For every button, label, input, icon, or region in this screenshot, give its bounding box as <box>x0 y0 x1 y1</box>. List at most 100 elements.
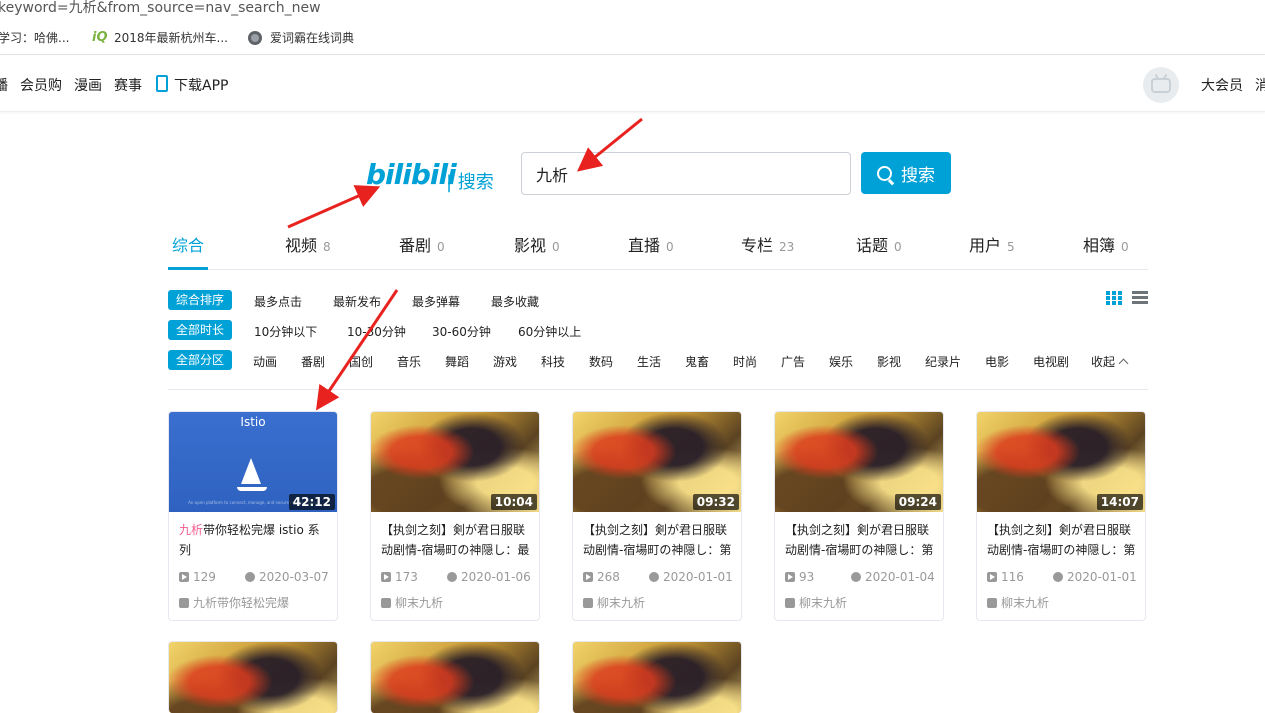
video-uploader[interactable]: 九析带你轻松完爆 <box>179 594 289 611</box>
video-thumbnail[interactable] <box>573 642 741 713</box>
grid-view-icon[interactable] <box>1106 291 1122 305</box>
uploader-icon <box>381 598 391 608</box>
address-bar[interactable]: keyword=九析&from_source=nav_search_new <box>0 0 1265 20</box>
tab-video[interactable]: 视频 8 <box>285 232 331 256</box>
video-card[interactable] <box>168 641 338 713</box>
duration-under-10[interactable]: 10分钟以下 <box>254 323 317 340</box>
video-title[interactable]: 【执剑之刻】剣が君日服联动剧情-宿場町の神隠し：第 <box>583 520 735 560</box>
bilibili-logo[interactable]: bilibili <box>366 158 457 191</box>
video-duration: 10:04 <box>490 494 537 510</box>
logo-search-label: | 搜索 <box>446 172 494 193</box>
tab-all[interactable]: 综合 <box>172 232 204 256</box>
duration-10-30[interactable]: 10-30分钟 <box>347 323 406 340</box>
tab-article[interactable]: 专栏 23 <box>741 232 794 256</box>
clock-icon <box>447 572 457 582</box>
zone-option[interactable]: 数码 <box>589 353 613 370</box>
uploader-icon <box>179 598 189 608</box>
nav-messages[interactable]: 消 <box>1255 75 1265 95</box>
zone-option[interactable]: 游戏 <box>493 353 517 370</box>
play-count-icon <box>381 572 391 582</box>
duration-over-60[interactable]: 60分钟以上 <box>518 323 581 340</box>
phone-icon <box>156 75 168 92</box>
video-thumbnail[interactable]: 10:04 <box>371 412 539 512</box>
tab-user[interactable]: 用户 5 <box>969 232 1015 256</box>
search-input[interactable] <box>521 152 851 195</box>
zone-option[interactable]: 番剧 <box>301 353 325 370</box>
bookmark-iciba[interactable]: 爱词霸在线词典 <box>248 29 354 46</box>
sort-most-favorites[interactable]: 最多收藏 <box>491 293 539 310</box>
bookmark-harvard[interactable]: 学习：哈佛... <box>0 29 69 46</box>
play-count-icon <box>785 572 795 582</box>
video-title[interactable]: 【执剑之刻】剣が君日服联动剧情-宿場町の神隠し：最 <box>381 520 533 560</box>
search-button[interactable]: 搜索 <box>861 152 951 194</box>
sort-default[interactable]: 综合排序 <box>168 290 233 310</box>
video-card[interactable]: 09:24 【执剑之刻】剣が君日服联动剧情-宿場町の神隠し：第 93 2020-0… <box>774 411 944 621</box>
video-uploader[interactable]: 柳末九析 <box>987 594 1049 611</box>
url-text: keyword=九析&from_source=nav_search_new <box>0 0 321 16</box>
zone-option[interactable]: 国创 <box>349 353 373 370</box>
tab-live[interactable]: 直播 0 <box>628 232 674 256</box>
zone-option[interactable]: 动画 <box>253 353 277 370</box>
sort-most-danmaku[interactable]: 最多弹幕 <box>412 293 460 310</box>
zone-option[interactable]: 影视 <box>877 353 901 370</box>
nav-live[interactable]: 播 <box>0 75 8 95</box>
uploader-icon <box>987 598 997 608</box>
video-title[interactable]: 【执剑之刻】剣が君日服联动剧情-宿場町の神隠し：第 <box>785 520 937 560</box>
play-count-icon <box>583 572 593 582</box>
video-card[interactable]: Istio An open platform to connect, manag… <box>168 411 338 621</box>
tab-film[interactable]: 影视 0 <box>514 232 560 256</box>
video-thumbnail[interactable]: Istio An open platform to connect, manag… <box>169 412 337 512</box>
sort-newest[interactable]: 最新发布 <box>333 293 381 310</box>
zone-option[interactable]: 广告 <box>781 353 805 370</box>
video-thumbnail[interactable]: 14:07 <box>977 412 1145 512</box>
nav-member-shop[interactable]: 会员购 <box>20 75 62 95</box>
avatar[interactable] <box>1143 67 1179 103</box>
video-thumbnail[interactable]: 09:32 <box>573 412 741 512</box>
zone-option[interactable]: 电视剧 <box>1033 353 1069 370</box>
video-meta: 129 2020-03-07 <box>179 570 337 584</box>
nav-events[interactable]: 赛事 <box>114 75 142 95</box>
zone-option[interactable]: 舞蹈 <box>445 353 469 370</box>
video-card[interactable] <box>370 641 540 713</box>
nav-download-app[interactable]: 下载APP <box>174 75 228 95</box>
video-uploader[interactable]: 柳末九析 <box>785 594 847 611</box>
nav-vip[interactable]: 大会员 <box>1201 75 1243 95</box>
zone-option[interactable]: 科技 <box>541 353 565 370</box>
video-card[interactable] <box>572 641 742 713</box>
zone-option[interactable]: 电影 <box>985 353 1009 370</box>
video-title[interactable]: 【执剑之刻】剣が君日服联动剧情-宿場町の神隠し：第 <box>987 520 1139 560</box>
zone-option[interactable]: 生活 <box>637 353 661 370</box>
video-duration: 42:12 <box>288 494 335 510</box>
uploader-icon <box>785 598 795 608</box>
video-thumbnail[interactable] <box>169 642 337 713</box>
duration-all[interactable]: 全部时长 <box>168 320 233 340</box>
video-thumbnail[interactable] <box>371 642 539 713</box>
video-meta: 173 2020-01-06 <box>381 570 539 584</box>
collapse-button[interactable]: 收起 <box>1091 353 1129 370</box>
nav-manga[interactable]: 漫画 <box>74 75 102 95</box>
video-uploader[interactable]: 柳末九析 <box>583 594 645 611</box>
zone-option[interactable]: 音乐 <box>397 353 421 370</box>
zone-option[interactable]: 鬼畜 <box>685 353 709 370</box>
tab-topic[interactable]: 话题 0 <box>856 232 902 256</box>
video-duration: 09:24 <box>894 494 941 510</box>
video-card[interactable]: 14:07 【执剑之刻】剣が君日服联动剧情-宿場町の神隠し：第 116 2020-… <box>976 411 1146 621</box>
bookmarks-bar: 学习：哈佛... iQ 2018年最新杭州车... 爱词霸在线词典 <box>0 20 1265 55</box>
tab-album[interactable]: 相簿 0 <box>1083 232 1129 256</box>
sort-most-clicks[interactable]: 最多点击 <box>254 293 302 310</box>
zone-option[interactable]: 时尚 <box>733 353 757 370</box>
site-header: 播 会员购 漫画 赛事 下载APP 大会员 消 <box>0 56 1265 112</box>
zone-all[interactable]: 全部分区 <box>168 350 233 370</box>
video-card[interactable]: 10:04 【执剑之刻】剣が君日服联动剧情-宿場町の神隠し：最 173 2020-… <box>370 411 540 621</box>
list-view-icon[interactable] <box>1132 291 1148 305</box>
zone-option[interactable]: 娱乐 <box>829 353 853 370</box>
video-card[interactable]: 09:32 【执剑之刻】剣が君日服联动剧情-宿場町の神隠し：第 268 2020-… <box>572 411 742 621</box>
tab-bangumi[interactable]: 番剧 0 <box>399 232 445 256</box>
video-thumbnail[interactable]: 09:24 <box>775 412 943 512</box>
video-uploader[interactable]: 柳末九析 <box>381 594 443 611</box>
video-title[interactable]: 九析带你轻松完爆 istio 系列 <box>179 520 331 560</box>
duration-30-60[interactable]: 30-60分钟 <box>432 323 491 340</box>
bookmark-hangzhou-car[interactable]: iQ 2018年最新杭州车... <box>92 29 228 46</box>
sort-filter: 综合排序 最多点击 最新发布 最多弹幕 最多收藏 <box>168 290 1148 310</box>
zone-option[interactable]: 纪录片 <box>925 353 961 370</box>
